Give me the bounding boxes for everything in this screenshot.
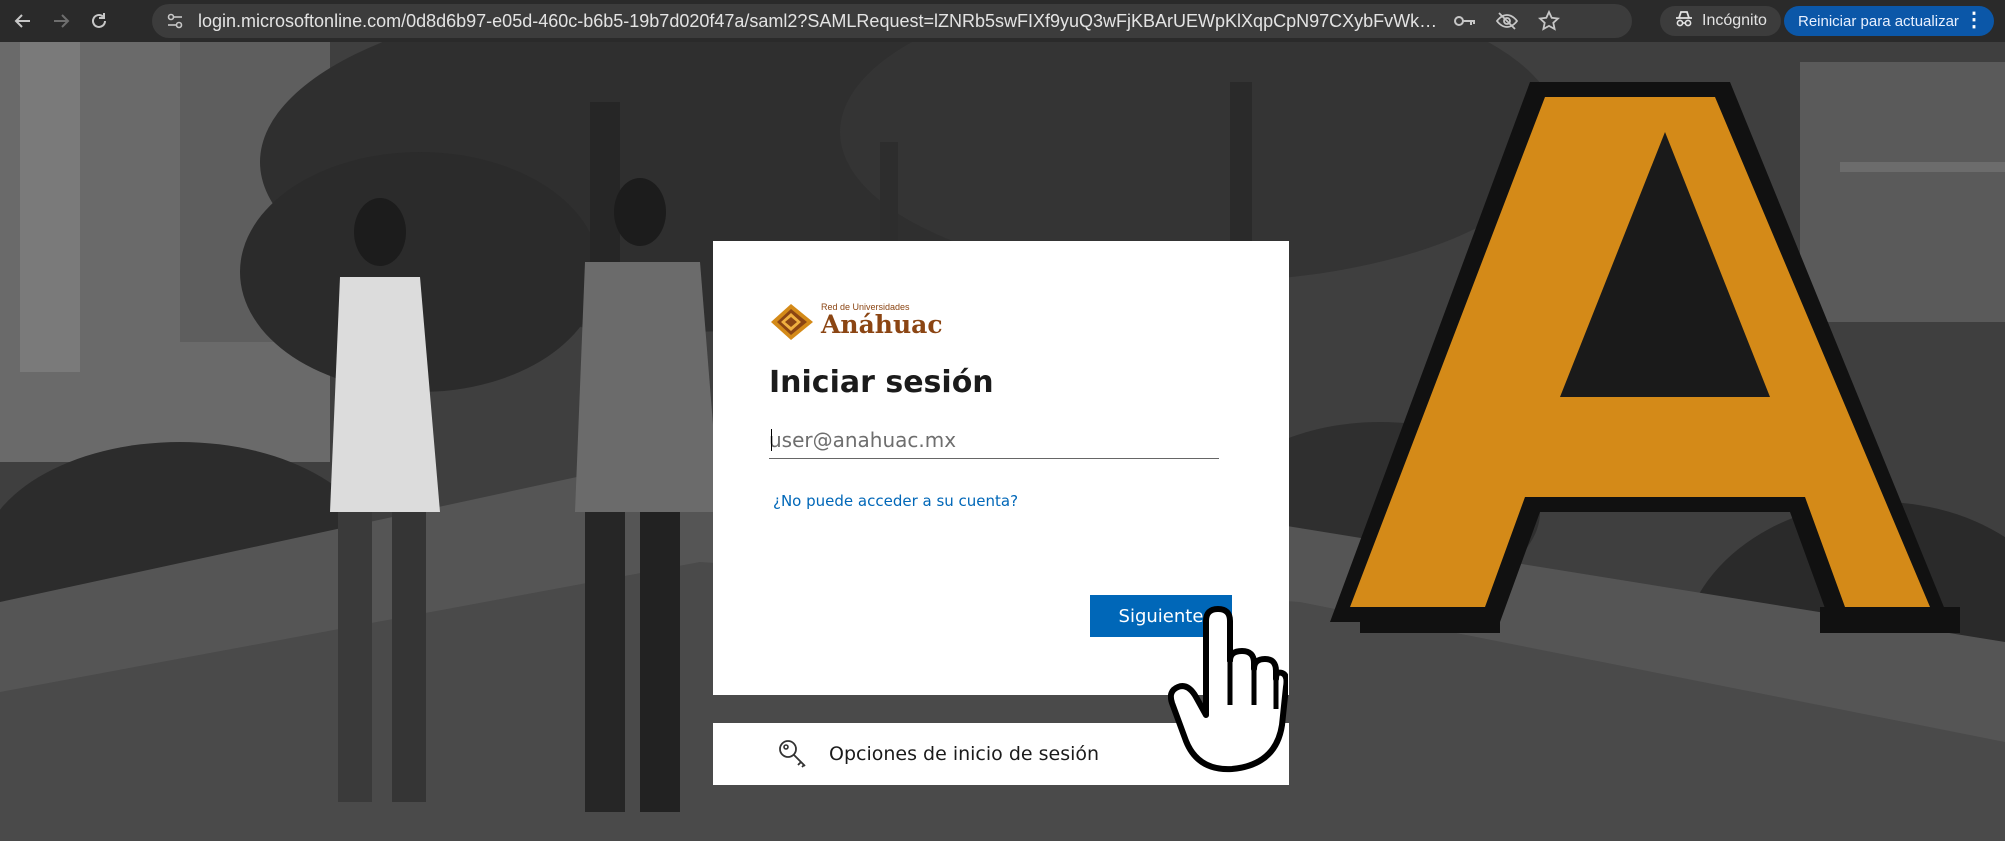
restart-label: Reiniciar para actualizar [1798,12,1959,30]
eye-off-icon[interactable] [1492,6,1522,36]
text-caret [771,429,772,451]
key-search-icon [779,740,806,768]
anahuac-logo: Red de Universidades Anáhuac [769,300,943,340]
sign-in-options-label: Opciones de inicio de sesión [829,743,1100,765]
reload-icon[interactable] [84,6,114,36]
logo-wordmark: Anáhuac [821,310,943,339]
forward-arrow-icon[interactable] [46,6,76,36]
star-icon[interactable] [1534,6,1564,36]
browser-toolbar: login.microsoftonline.com/0d8d6b97-e05d-… [0,0,2005,42]
anahuac-logo-icon [771,304,813,340]
more-vert-icon[interactable]: ⋮ [1964,9,1984,31]
incognito-badge[interactable]: Incógnito [1660,6,1781,36]
page-title: Iniciar sesión [769,365,994,400]
cant-access-account-link[interactable]: ¿No puede acceder a su cuenta? [773,492,1018,510]
site-info-icon[interactable] [162,8,188,34]
back-arrow-icon[interactable] [8,6,38,36]
email-field[interactable] [769,421,1219,459]
restart-to-update-button[interactable]: Reiniciar para actualizar ⋮ [1784,6,1994,36]
incognito-icon [1674,10,1694,33]
address-bar[interactable]: login.microsoftonline.com/0d8d6b97-e05d-… [152,4,1632,38]
key-icon[interactable] [1450,6,1480,36]
incognito-label: Incógnito [1702,12,1767,29]
address-url[interactable]: login.microsoftonline.com/0d8d6b97-e05d-… [198,11,1438,32]
hand-cursor-icon [1168,606,1288,773]
